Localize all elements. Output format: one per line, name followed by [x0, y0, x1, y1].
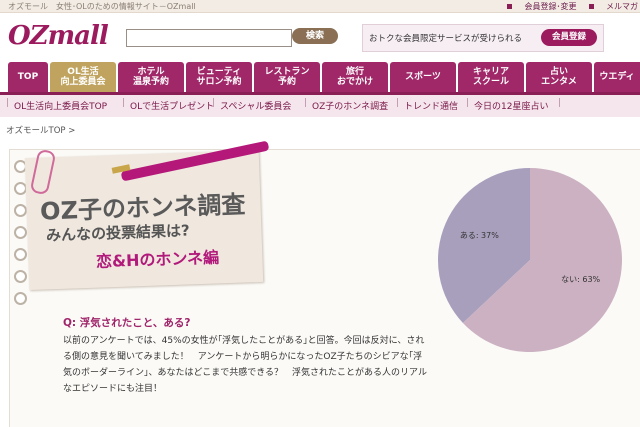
- tab-hotel[interactable]: ホテル 温泉予約: [118, 62, 184, 92]
- separator: |: [558, 98, 562, 108]
- notebook-rings: [14, 160, 27, 310]
- member-promo-box: おトクな会員限定サービスが受けられる 会員登録: [362, 24, 604, 52]
- mailmag-link[interactable]: メルマガ: [589, 2, 638, 11]
- ring-icon: [14, 270, 27, 283]
- separator: |: [122, 98, 126, 108]
- ozmall-logo[interactable]: OZmall: [8, 21, 109, 51]
- square-bullet-icon: [507, 4, 513, 9]
- site-header: OZmall 検索 おトクな会員限定サービスが受けられる 会員登録: [0, 13, 640, 59]
- survey-pie-chart: ある: 37% ない: 63%: [438, 168, 622, 352]
- pie-label-yes: ある: 37%: [460, 231, 499, 240]
- tab-ol-life[interactable]: OL生活 向上委員会: [50, 62, 116, 92]
- separator: |: [212, 98, 216, 108]
- ring-icon: [14, 204, 27, 217]
- tab-career[interactable]: キャリア スクール: [458, 62, 524, 92]
- tab-sports[interactable]: スポーツ: [390, 62, 456, 92]
- tab-travel[interactable]: 旅行 おでかけ: [322, 62, 388, 92]
- sub-nav: | OL生活向上委員会TOP | OLで生活プレゼント | スペシャル委員会 |…: [0, 92, 640, 117]
- ring-icon: [14, 292, 27, 305]
- register-link[interactable]: 会員登録･変更: [507, 2, 576, 11]
- subnav-horoscope[interactable]: 今日の12星座占い: [474, 99, 548, 112]
- separator: |: [6, 98, 10, 108]
- breadcrumb[interactable]: オズモールTOP >: [6, 124, 75, 136]
- member-register-button[interactable]: 会員登録: [541, 29, 597, 46]
- separator: |: [466, 98, 470, 108]
- tab-restaurant[interactable]: レストラン 予約: [254, 62, 320, 92]
- ring-icon: [14, 248, 27, 261]
- search-input[interactable]: [126, 29, 292, 47]
- subnav-special[interactable]: スペシャル委員会: [220, 99, 291, 112]
- tab-top[interactable]: TOP: [8, 62, 48, 92]
- promo-text: おトクな会員限定サービスが受けられる: [369, 34, 523, 44]
- intro-text: 以前のアンケートでは、45%の女性が｢浮気したことがある｣と回答。今回は反対に、…: [63, 336, 427, 394]
- subnav-survey[interactable]: OZ子のホンネ調査: [312, 99, 388, 112]
- tab-fortune[interactable]: 占い エンタメ: [526, 62, 592, 92]
- square-bullet-icon: [589, 4, 594, 9]
- main-nav: TOP OL生活 向上委員会 ホテル 温泉予約 ビューティ サロン予約 レストラン 予約…: [0, 60, 640, 92]
- separator: |: [304, 98, 308, 108]
- question-heading: Q: 浮気されたこと、ある?: [63, 317, 191, 329]
- subnav-present[interactable]: OLで生活プレゼント: [130, 99, 214, 112]
- tab-wedding[interactable]: ウエディ: [594, 62, 640, 92]
- utility-bar: オズモール 女性･OLのための情報サイト－OZmall 会員登録･変更 メルマガ: [0, 0, 640, 13]
- subnav-ol-top[interactable]: OL生活向上委員会TOP: [14, 99, 107, 112]
- site-tagline: オズモール 女性･OLのための情報サイト－OZmall: [8, 2, 196, 11]
- pie-label-no: ない: 63%: [561, 275, 600, 284]
- subnav-trend[interactable]: トレンド通信: [404, 99, 458, 112]
- tab-beauty[interactable]: ビューティ サロン予約: [186, 62, 252, 92]
- ring-icon: [14, 226, 27, 239]
- utility-links: 会員登録･変更 メルマガ: [497, 1, 638, 12]
- separator: |: [396, 98, 400, 108]
- feature-category: 恋&Hのホンネ編: [95, 247, 220, 272]
- search-button[interactable]: 検索: [292, 28, 338, 44]
